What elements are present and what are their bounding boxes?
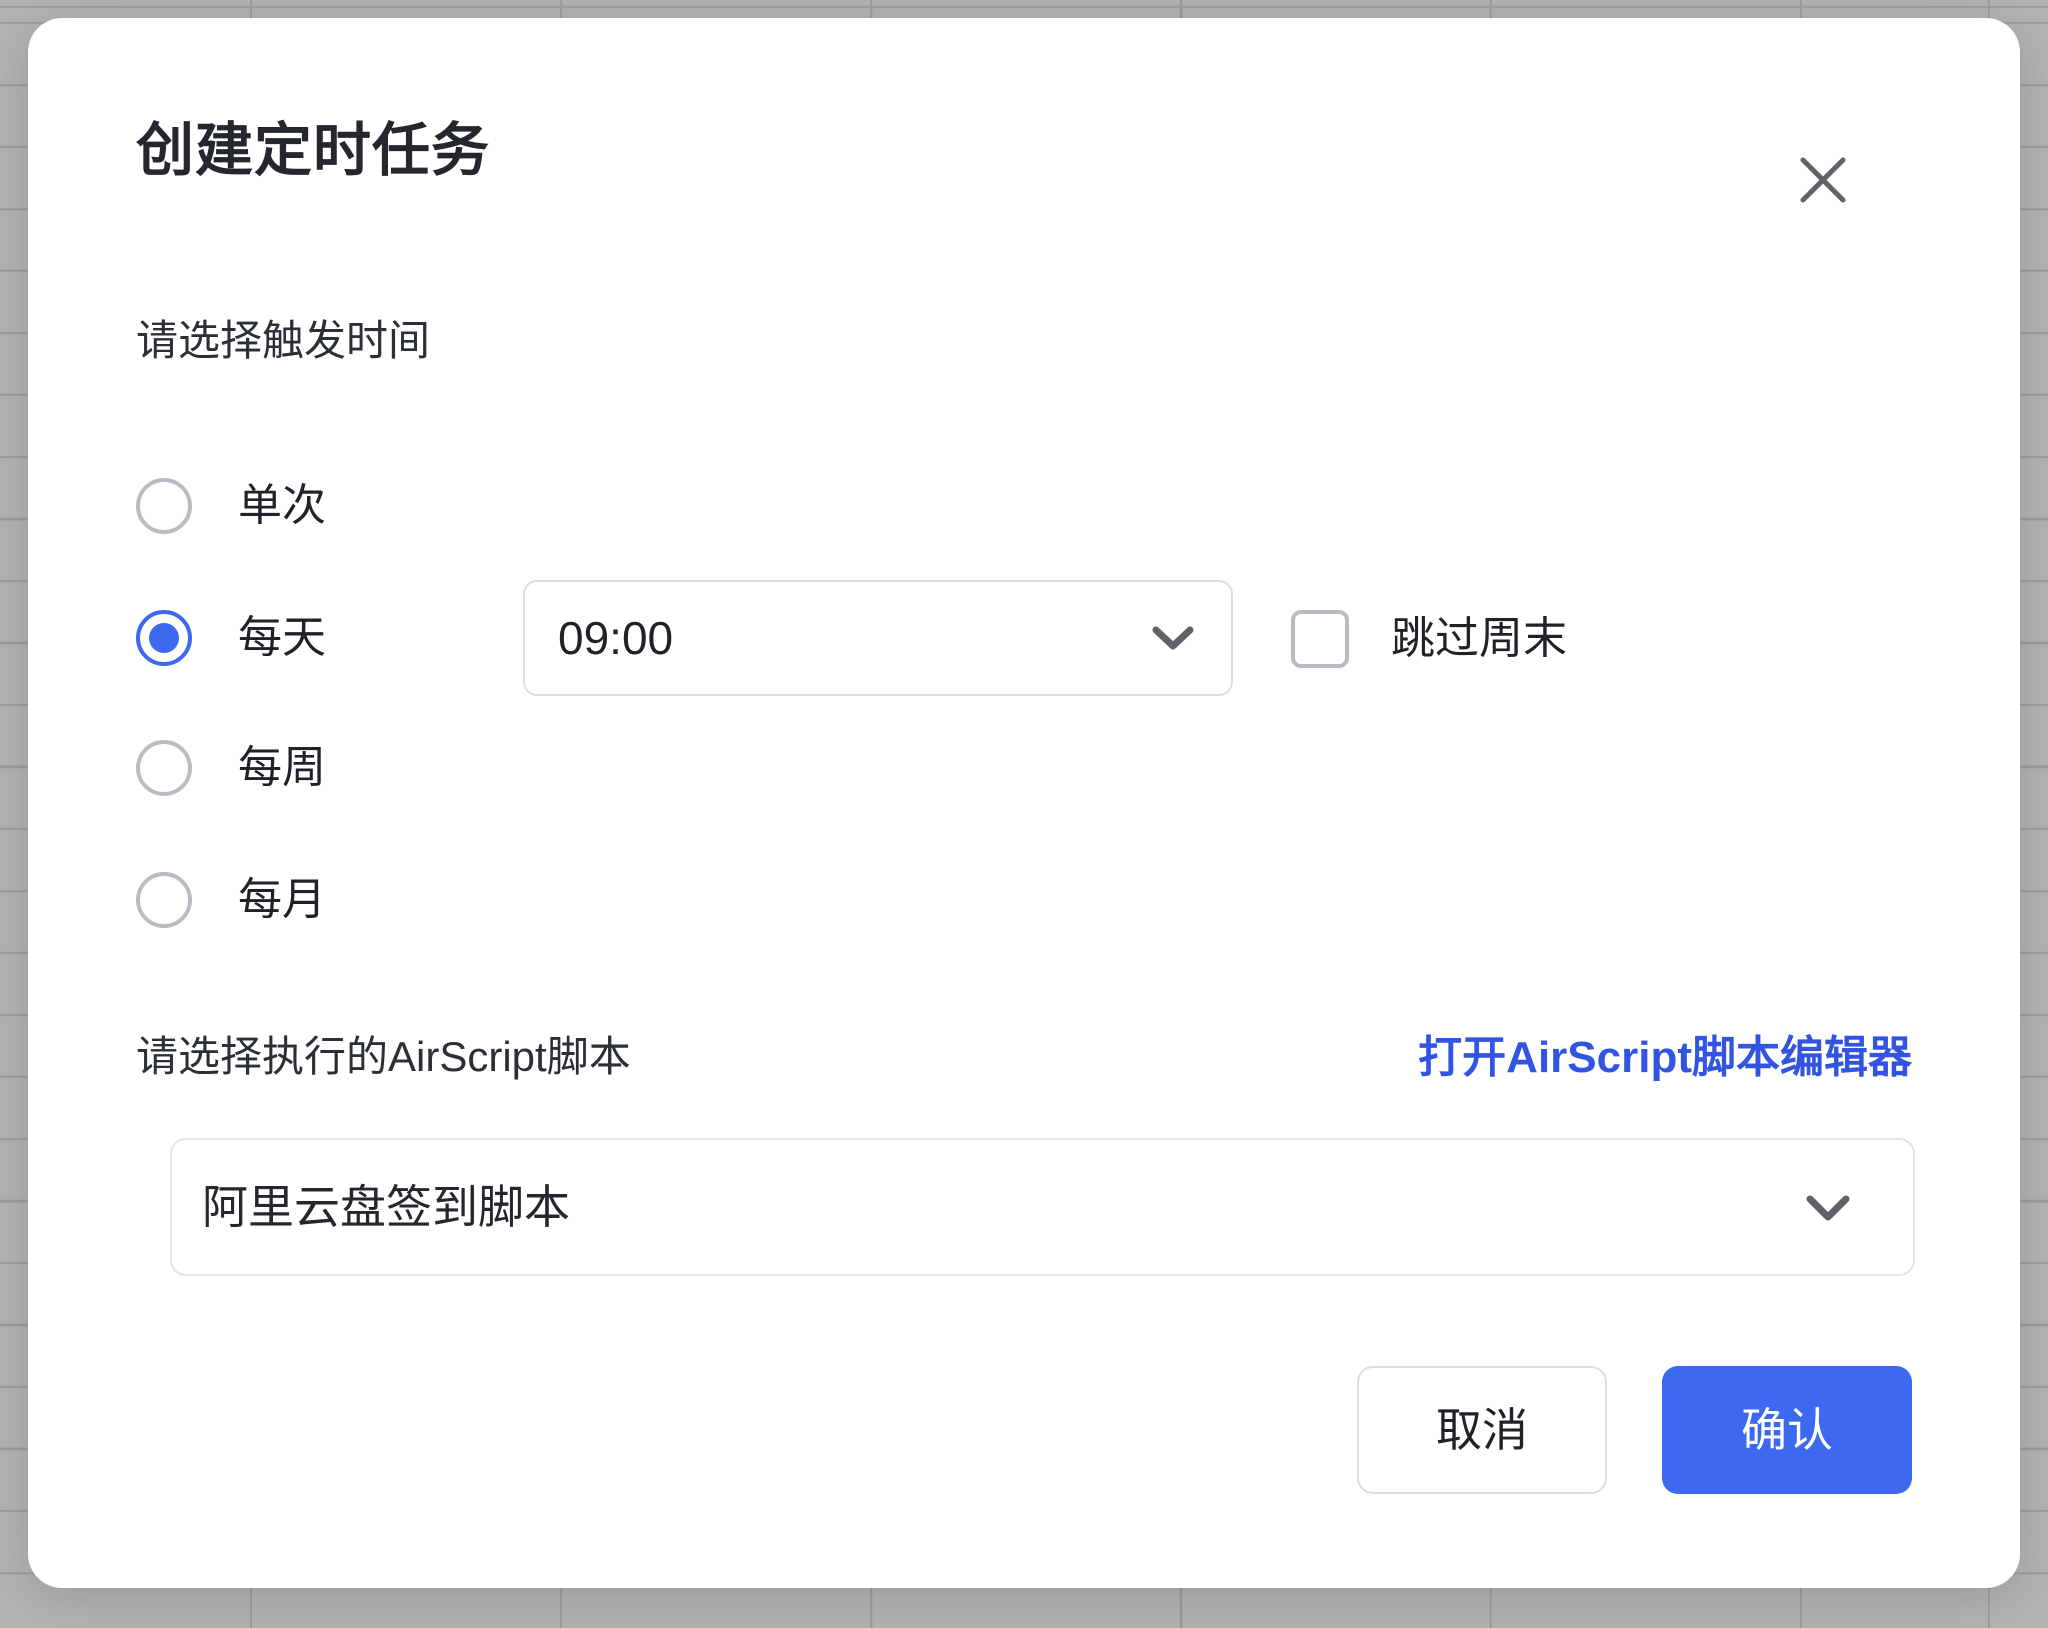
- open-airscript-editor-link[interactable]: 打开AirScript脚本编辑器: [1418, 1036, 1912, 1080]
- close-icon[interactable]: [1786, 143, 1860, 217]
- time-select[interactable]: 09:00: [523, 580, 1233, 696]
- radio-label-weekly: 每周: [238, 743, 326, 792]
- script-select-value: 阿里云盘签到脚本: [202, 1181, 570, 1233]
- cancel-button[interactable]: 取消: [1357, 1366, 1607, 1494]
- dialog-footer: 取消 确认: [1357, 1366, 1912, 1494]
- radio-label-daily: 每天: [238, 613, 326, 662]
- radio-option-monthly[interactable]: 每月: [136, 860, 326, 940]
- radio-option-daily[interactable]: 每天: [136, 598, 326, 678]
- radio-label-once: 单次: [238, 481, 326, 530]
- skip-weekend-checkbox[interactable]: 跳过周末: [1291, 608, 1567, 670]
- script-select-label: 请选择执行的AirScript脚本: [136, 1033, 631, 1080]
- radio-option-weekly[interactable]: 每周: [136, 728, 326, 808]
- checkbox-indicator-skip-weekend: [1291, 610, 1349, 668]
- chevron-down-icon: [1151, 623, 1195, 653]
- radio-indicator-once: [136, 478, 192, 534]
- chevron-down-icon: [1803, 1190, 1853, 1224]
- time-select-value: 09:00: [558, 612, 674, 664]
- radio-option-once[interactable]: 单次: [136, 466, 326, 546]
- radio-indicator-monthly: [136, 872, 192, 928]
- radio-label-monthly: 每月: [238, 875, 326, 924]
- radio-indicator-weekly: [136, 740, 192, 796]
- dialog-header: 创建定时任务: [28, 18, 2020, 228]
- confirm-button[interactable]: 确认: [1662, 1366, 1912, 1494]
- checkbox-label-skip-weekend: 跳过周末: [1391, 614, 1567, 663]
- trigger-time-label: 请选择触发时间: [136, 317, 431, 364]
- script-select[interactable]: 阿里云盘签到脚本: [170, 1138, 1915, 1276]
- dialog-title: 创建定时任务: [136, 118, 491, 183]
- radio-indicator-daily: [136, 610, 192, 666]
- create-scheduled-task-dialog: 创建定时任务 请选择触发时间 单次 每天 09:00 跳过周末 每周 每月 请选…: [28, 18, 2020, 1588]
